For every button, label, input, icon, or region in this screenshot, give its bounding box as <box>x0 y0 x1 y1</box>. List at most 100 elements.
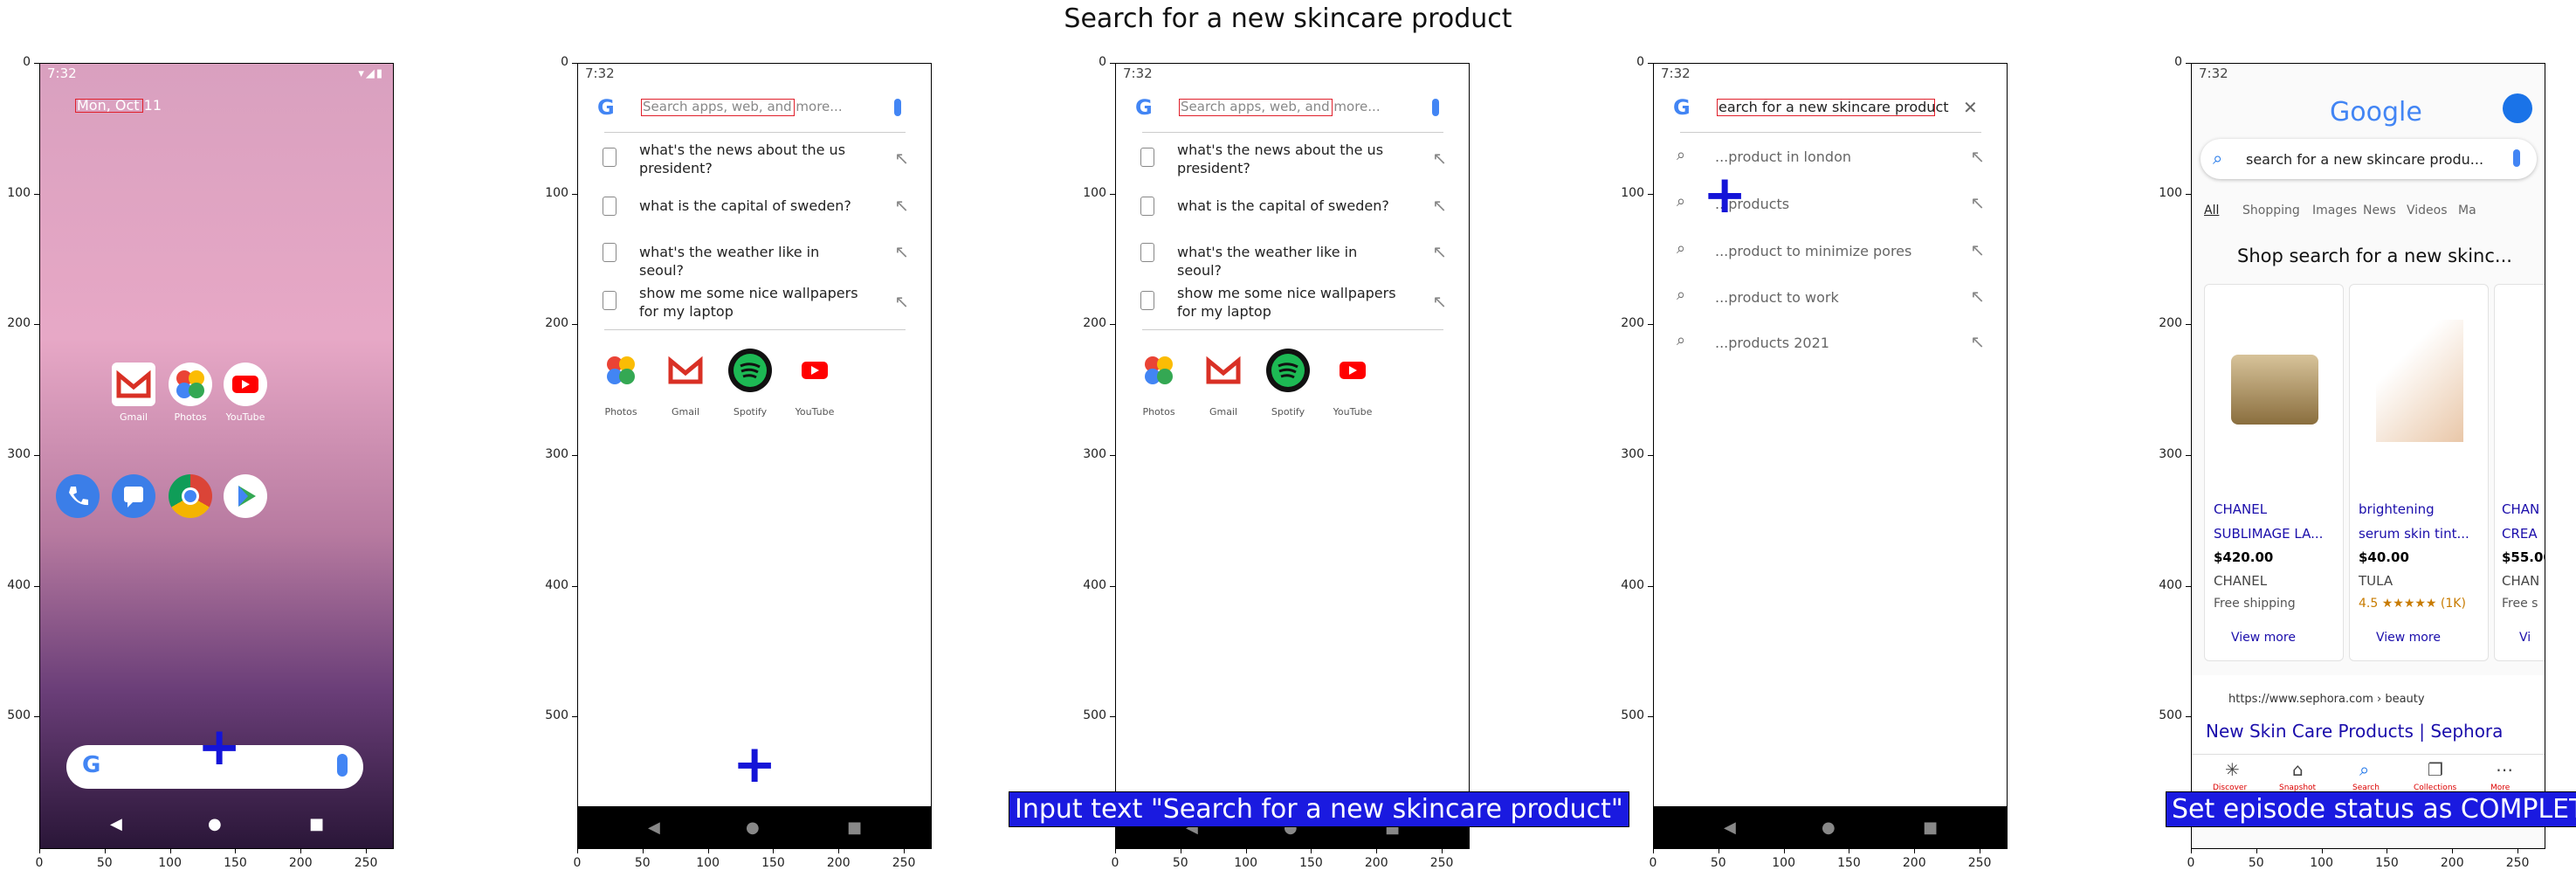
product-name: CREA <box>2502 526 2538 542</box>
youtube-icon[interactable] <box>1331 349 1374 392</box>
discover-icon[interactable]: ✳ <box>2225 759 2240 780</box>
fill-arrow-icon[interactable]: ↖ <box>1970 192 1985 213</box>
suggestion-item[interactable]: what's the weather like in seoul? <box>1177 243 1404 280</box>
tab-news[interactable]: News <box>2363 204 2396 218</box>
y-tick-label: 300 <box>545 447 568 461</box>
fill-arrow-icon[interactable]: ↖ <box>1970 146 1985 167</box>
nav-recents-icon[interactable]: ■ <box>1923 818 1938 837</box>
search-input[interactable]: Search apps, web, and more... <box>643 99 843 114</box>
fill-arrow-icon[interactable]: ↖ <box>894 241 909 262</box>
gmail-icon[interactable] <box>1202 349 1245 392</box>
search-input[interactable]: earch for a new skincare product <box>1718 99 1949 115</box>
snapshot-icon[interactable]: ⌂ <box>2292 759 2304 780</box>
fill-arrow-icon[interactable]: ↖ <box>894 291 909 312</box>
fill-arrow-icon[interactable]: ↖ <box>894 195 909 216</box>
x-tick-label: 150 <box>761 856 785 870</box>
suggestion-item[interactable]: show me some nice wallpapers for my lapt… <box>639 284 866 321</box>
gmail-icon[interactable] <box>112 363 155 406</box>
nav-home-icon[interactable]: ● <box>1822 818 1836 837</box>
youtube-icon[interactable] <box>224 363 267 406</box>
app-label-youtube: YouTube <box>225 411 265 423</box>
suggestion-item[interactable]: show me some nice wallpapers for my lapt… <box>1177 284 1404 321</box>
phone-icon[interactable] <box>56 474 100 518</box>
tab-maps[interactable]: Ma <box>2458 204 2476 218</box>
results-search-input[interactable]: search for a new skincare produ... <box>2246 151 2483 168</box>
view-more-link[interactable]: Vi <box>2519 631 2531 645</box>
nav-recents-icon[interactable]: ■ <box>309 815 324 833</box>
fill-arrow-icon[interactable]: ↖ <box>1432 148 1447 169</box>
panel-input-text: 7:32 G Search apps, web, and more... wha… <box>1115 63 1470 849</box>
result-url[interactable]: https://www.sephora.com › beauty <box>2228 693 2425 706</box>
youtube-icon[interactable] <box>793 349 837 392</box>
collections-icon[interactable]: ❐ <box>2428 759 2443 780</box>
suggestion-item[interactable]: what is the capital of sweden? <box>639 197 866 215</box>
result-block[interactable] <box>2192 675 2545 754</box>
mic-icon[interactable] <box>337 754 348 777</box>
y-tick-label: 100 <box>545 185 568 200</box>
x-tick-label: 50 <box>2248 856 2264 870</box>
photos-icon[interactable] <box>169 363 212 406</box>
suggestion-item[interactable]: ...product to minimize pores <box>1715 242 1911 260</box>
suggestion-item[interactable]: what's the news about the us president? <box>1177 141 1387 177</box>
suggestion-item[interactable]: what's the news about the us president? <box>639 141 849 177</box>
chrome-icon[interactable] <box>169 474 212 518</box>
nav-recents-icon[interactable]: ■ <box>847 818 862 837</box>
x-tick-label: 50 <box>634 856 651 870</box>
product-name: serum skin tint... <box>2359 526 2469 542</box>
fill-arrow-icon[interactable]: ↖ <box>1970 331 1985 352</box>
avatar[interactable] <box>2503 93 2532 123</box>
panel-autocomplete: 7:32 G earch for a new skincare product … <box>1653 63 2008 849</box>
suggestion-item[interactable]: what's the weather like in seoul? <box>639 243 866 280</box>
fill-arrow-icon[interactable]: ↖ <box>1432 241 1447 262</box>
gmail-icon[interactable] <box>664 349 707 392</box>
fill-arrow-icon[interactable]: ↖ <box>1970 239 1985 260</box>
product-name: CHAN <box>2502 501 2540 517</box>
tab-images[interactable]: Images <box>2312 204 2357 218</box>
fill-arrow-icon[interactable]: ↖ <box>894 148 909 169</box>
nav-home-icon[interactable]: ● <box>208 815 222 833</box>
nav-back-icon[interactable]: ◀ <box>648 818 660 837</box>
y-tick-label: 0 <box>1636 55 1644 69</box>
product-name: SUBLIMAGE LA... <box>2214 526 2324 542</box>
fill-arrow-icon[interactable]: ↖ <box>1432 291 1447 312</box>
messages-icon[interactable] <box>112 474 155 518</box>
tab-all[interactable]: All <box>2204 204 2219 218</box>
nav-home-icon[interactable]: ● <box>746 818 760 837</box>
panel-home-screen: 7:32 ▾◢▮ Mon, Oct 11 Gmail Photos YouTub… <box>39 63 394 849</box>
spotify-icon[interactable] <box>728 349 772 392</box>
home-date: Mon, Oct 11 <box>77 97 162 114</box>
search-input[interactable]: Search apps, web, and more... <box>1181 99 1381 114</box>
app-label-spotify: Spotify <box>733 406 768 418</box>
photos-icon[interactable] <box>599 349 643 392</box>
fill-arrow-icon[interactable]: ↖ <box>1432 195 1447 216</box>
product-card[interactable]: brightening serum skin tint... $40.00 TU… <box>2349 284 2489 661</box>
mic-icon[interactable] <box>894 99 901 116</box>
product-card[interactable]: CHAN CREA $55.00 CHAN Free s Vi <box>2494 284 2545 661</box>
suggestion-item[interactable]: ...product to work <box>1715 288 1839 307</box>
fill-arrow-icon[interactable]: ↖ <box>1970 286 1985 307</box>
search-icon: ⌕ <box>2213 148 2223 169</box>
result-title[interactable]: New Skin Care Products | Sephora <box>2206 721 2503 742</box>
product-card[interactable]: CHANEL SUBLIMAGE LA... $420.00 CHANEL Fr… <box>2204 284 2344 661</box>
clear-icon[interactable]: ✕ <box>1963 97 1978 118</box>
nav-back-icon[interactable]: ◀ <box>1724 818 1736 837</box>
search-tab-icon[interactable]: ⌕ <box>2359 759 2369 780</box>
search-icon: ⌕ <box>1677 286 1686 304</box>
view-more-link[interactable]: View more <box>2376 631 2441 645</box>
photos-icon[interactable] <box>1137 349 1181 392</box>
spotify-icon[interactable] <box>1266 349 1310 392</box>
suggestion-item[interactable]: what is the capital of sweden? <box>1177 197 1404 215</box>
y-tick-label: 200 <box>2159 316 2182 331</box>
app-label-photos: Photos <box>604 406 637 418</box>
more-icon[interactable]: ⋯ <box>2496 759 2513 780</box>
tab-shopping[interactable]: Shopping <box>2242 204 2300 218</box>
mic-icon[interactable] <box>1432 99 1439 116</box>
nav-back-icon[interactable]: ◀ <box>110 815 122 833</box>
tab-videos[interactable]: Videos <box>2407 204 2448 218</box>
view-more-link[interactable]: View more <box>2231 631 2296 645</box>
page-title: Search for a new skincare product <box>1064 3 1512 34</box>
suggestion-item[interactable]: ...product in london <box>1715 148 1851 166</box>
play-store-icon[interactable] <box>224 474 267 518</box>
suggestion-item[interactable]: ...products 2021 <box>1715 334 1829 352</box>
mic-icon[interactable] <box>2513 149 2520 167</box>
